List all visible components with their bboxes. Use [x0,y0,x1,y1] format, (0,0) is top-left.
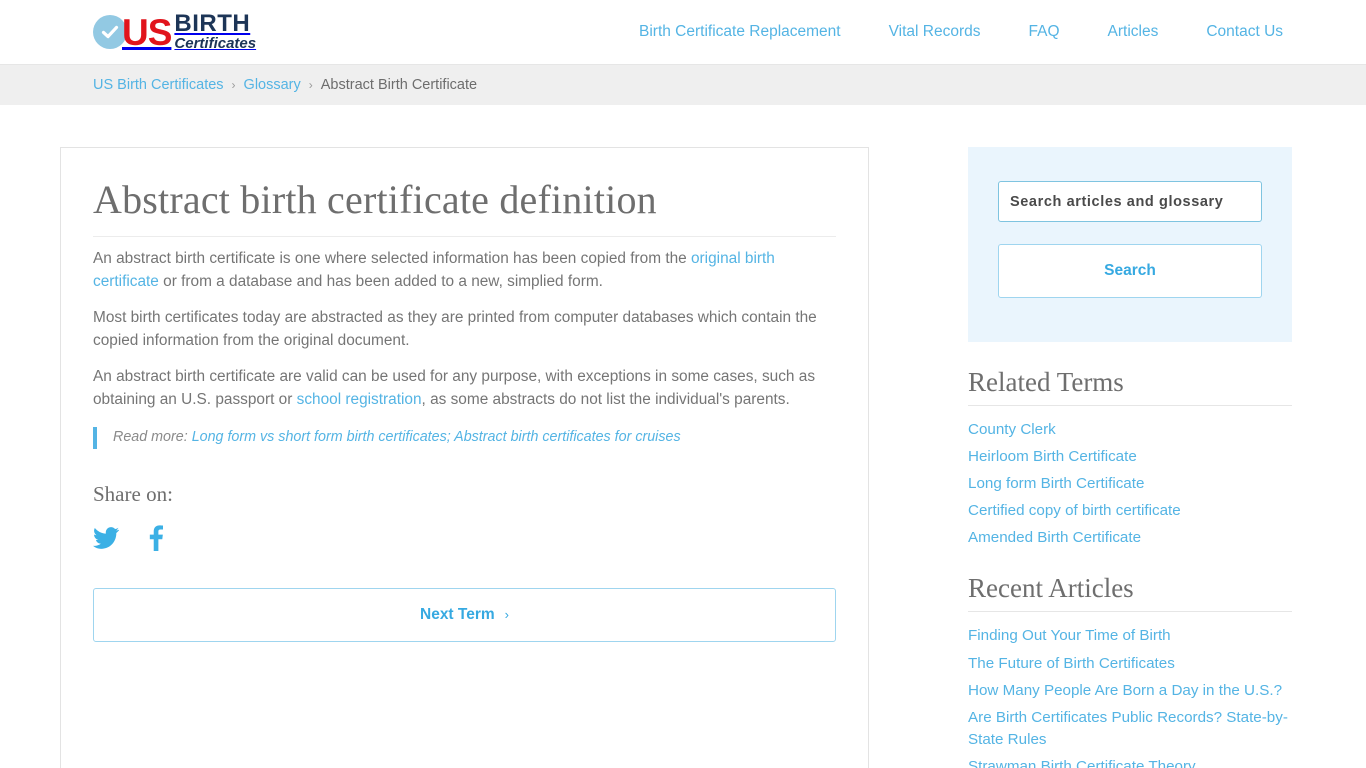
related-term-link[interactable]: Heirloom Birth Certificate [968,448,1137,465]
list-item: Finding Out Your Time of Birth [968,625,1292,647]
breadcrumb-separator-icon: › [231,78,236,92]
read-more-link-long-vs-short[interactable]: Long form vs short form birth certificat… [192,429,451,445]
related-terms-heading: Related Terms [968,367,1292,407]
link-school-registration[interactable]: school registration [297,391,422,408]
nav-item-articles[interactable]: Articles [1084,23,1183,41]
page-title: Abstract birth certificate definition [93,178,836,237]
twitter-icon[interactable] [93,527,119,549]
page-body: Abstract birth certificate definition An… [0,105,1366,768]
related-term-link[interactable]: Amended Birth Certificate [968,529,1141,546]
breadcrumb-glossary[interactable]: Glossary [244,77,301,93]
article-paragraph: An abstract birth certificate are valid … [93,365,836,412]
related-term-link[interactable]: Long form Birth Certificate [968,475,1144,492]
list-item: Strawman Birth Certificate Theory [968,756,1292,768]
article-card: Abstract birth certificate definition An… [60,147,869,768]
breadcrumb-home[interactable]: US Birth Certificates [93,77,224,93]
nav-item-vital-records[interactable]: Vital Records [865,23,1005,41]
search-input[interactable] [998,181,1262,222]
facebook-icon[interactable] [149,525,164,551]
paragraph-text: An abstract birth certificate is one whe… [93,250,691,267]
nav-item-faq[interactable]: FAQ [1005,23,1084,41]
list-item: Certified copy of birth certificate [968,500,1292,522]
list-item: County Clerk [968,419,1292,441]
list-item: Heirloom Birth Certificate [968,446,1292,468]
article-paragraph: Most birth certificates today are abstra… [93,306,836,353]
related-terms-list: County Clerk Heirloom Birth Certificate … [968,419,1292,549]
recent-article-link[interactable]: Are Birth Certificates Public Records? S… [968,709,1288,748]
nav-item-birth-certificate-replacement[interactable]: Birth Certificate Replacement [615,23,865,41]
logo-wordmark: BIRTH Certificates [174,9,257,53]
breadcrumb-separator-icon: › [308,78,313,92]
chevron-right-icon: › [504,607,509,623]
list-item: The Future of Birth Certificates [968,653,1292,675]
site-logo[interactable]: US BIRTH Certificates [93,8,256,56]
next-term-button[interactable]: Next Term › [93,587,836,642]
list-item: How Many People Are Born a Day in the U.… [968,680,1292,702]
read-more-link-cruises[interactable]: Abstract birth certificates for cruises [454,429,680,445]
list-item: Amended Birth Certificate [968,527,1292,549]
share-label: Share on: [93,481,173,506]
breadcrumb: US Birth Certificates › Glossary › Abstr… [0,64,1366,105]
read-more-note: Read more: Long form vs short form birth… [93,427,836,449]
recent-article-link[interactable]: The Future of Birth Certificates [968,655,1175,672]
site-header: US BIRTH Certificates Birth Certificate … [0,0,1366,64]
logo-us-text: US [122,11,172,53]
breadcrumb-current: Abstract Birth Certificate [320,77,478,93]
recent-article-link[interactable]: Finding Out Your Time of Birth [968,627,1171,644]
logo-certificates-text: Certificates [174,34,257,52]
related-term-link[interactable]: County Clerk [968,421,1056,438]
recent-article-link[interactable]: Strawman Birth Certificate Theory [968,758,1196,768]
article-paragraph: An abstract birth certificate is one whe… [93,247,836,294]
recent-articles-heading: Recent Articles [968,573,1292,613]
next-term-label: Next Term [420,605,495,623]
sidebar: Search Related Terms County Clerk Heirlo… [968,147,1292,768]
read-more-label: Read more: [113,429,188,446]
search-button[interactable]: Search [998,244,1262,298]
related-term-link[interactable]: Certified copy of birth certificate [968,502,1181,519]
paragraph-text: Most birth certificates today are abstra… [93,308,817,350]
list-item: Are Birth Certificates Public Records? S… [968,707,1292,751]
logo-birth-text: BIRTH [174,9,251,37]
share-icons [93,525,836,551]
paragraph-text: or from a database and has been added to… [158,273,603,291]
search-panel: Search [968,147,1292,342]
recent-article-link[interactable]: How Many People Are Born a Day in the U.… [968,682,1282,699]
main-navigation: Birth Certificate Replacement Vital Reco… [615,0,1307,64]
recent-articles-list: Finding Out Your Time of Birth The Futur… [968,625,1292,768]
nav-item-contact-us[interactable]: Contact Us [1182,23,1307,41]
list-item: Long form Birth Certificate [968,473,1292,495]
paragraph-text: , as some abstracts do not list the indi… [421,391,790,409]
